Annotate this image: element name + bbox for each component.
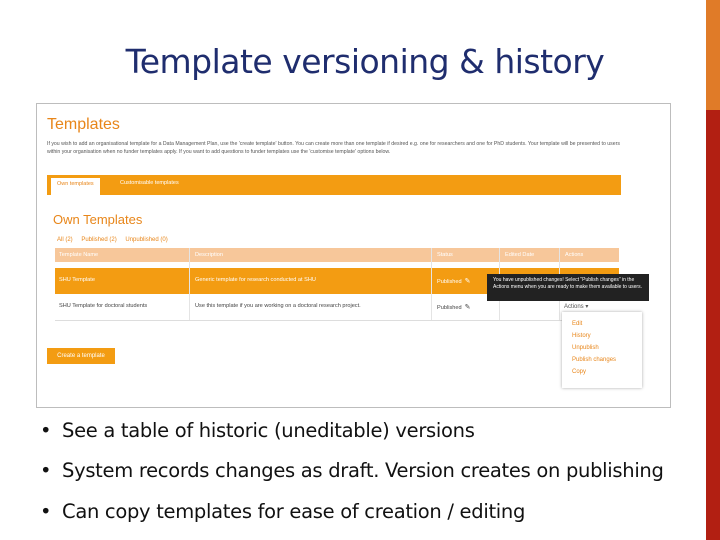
- row-template-name[interactable]: SHU Template for doctoral students: [59, 303, 147, 309]
- slide-title: Template versioning & history: [125, 42, 605, 81]
- column-header-description[interactable]: Description: [195, 252, 223, 258]
- actions-dropdown-button[interactable]: Actions ▾: [564, 303, 588, 310]
- column-header-edited-date[interactable]: Edited Date: [505, 252, 534, 258]
- column-divider: [189, 248, 190, 320]
- tab-customisable-templates[interactable]: Customisable templates: [120, 180, 179, 186]
- tab-own-templates[interactable]: Own templates: [51, 178, 100, 195]
- column-header-status[interactable]: Status: [437, 252, 453, 258]
- tab-bar: Own templates Customisable templates: [47, 175, 621, 195]
- actions-menu: Edit History Unpublish Publish changes C…: [562, 312, 642, 388]
- menu-item-unpublish[interactable]: Unpublish: [572, 345, 599, 351]
- bullet-item: • Can copy templates for ease of creation…: [40, 500, 525, 523]
- bullet-dot-icon: •: [40, 419, 52, 442]
- accent-bar: [706, 0, 720, 540]
- pencil-icon: ✎: [464, 304, 471, 311]
- templates-heading: Templates: [47, 116, 120, 133]
- app-screenshot: Templates If you wish to add an organisa…: [36, 103, 671, 408]
- row-description: Generic template for research conducted …: [195, 277, 316, 283]
- unpublished-changes-tooltip: You have unpublished changes! Select "Pu…: [487, 274, 649, 301]
- row-status: Published ✎: [437, 277, 470, 285]
- status-filters: All (2) Published (2) Unpublished (0): [57, 237, 175, 243]
- row-template-name[interactable]: SHU Template: [59, 277, 95, 283]
- table-header: Template Name Description Status Edited …: [55, 248, 619, 262]
- create-template-button[interactable]: Create a template: [47, 348, 115, 364]
- menu-item-publish-changes[interactable]: Publish changes: [572, 357, 616, 363]
- column-divider: [431, 248, 432, 320]
- row-status: Published ✎: [437, 303, 470, 311]
- accent-bar-red: [706, 110, 720, 540]
- bullet-text: See a table of historic (uneditable) ver…: [62, 419, 475, 442]
- bullet-item: • System records changes as draft. Versio…: [40, 459, 664, 482]
- filter-unpublished[interactable]: Unpublished (0): [125, 237, 167, 243]
- row-status-text: Published: [437, 279, 462, 285]
- row-status-text: Published: [437, 305, 462, 311]
- bullet-item: • See a table of historic (uneditable) ve…: [40, 419, 475, 442]
- menu-item-history[interactable]: History: [572, 333, 591, 339]
- own-templates-heading: Own Templates: [53, 212, 143, 227]
- bullet-dot-icon: •: [40, 500, 52, 523]
- menu-item-edit[interactable]: Edit: [572, 321, 582, 327]
- bullet-text: System records changes as draft. Version…: [62, 459, 664, 482]
- filter-all[interactable]: All (2): [57, 237, 73, 243]
- bullet-dot-icon: •: [40, 459, 52, 482]
- menu-item-copy[interactable]: Copy: [572, 369, 586, 375]
- bullet-text: Can copy templates for ease of creation …: [62, 500, 526, 523]
- filter-published[interactable]: Published (2): [81, 237, 116, 243]
- pencil-icon: ✎: [464, 278, 471, 285]
- column-header-name[interactable]: Template Name: [59, 252, 98, 258]
- row-description: Use this template if you are working on …: [195, 303, 361, 309]
- column-header-actions: Actions: [565, 252, 584, 258]
- intro-text: If you wish to add an organisational tem…: [47, 141, 620, 155]
